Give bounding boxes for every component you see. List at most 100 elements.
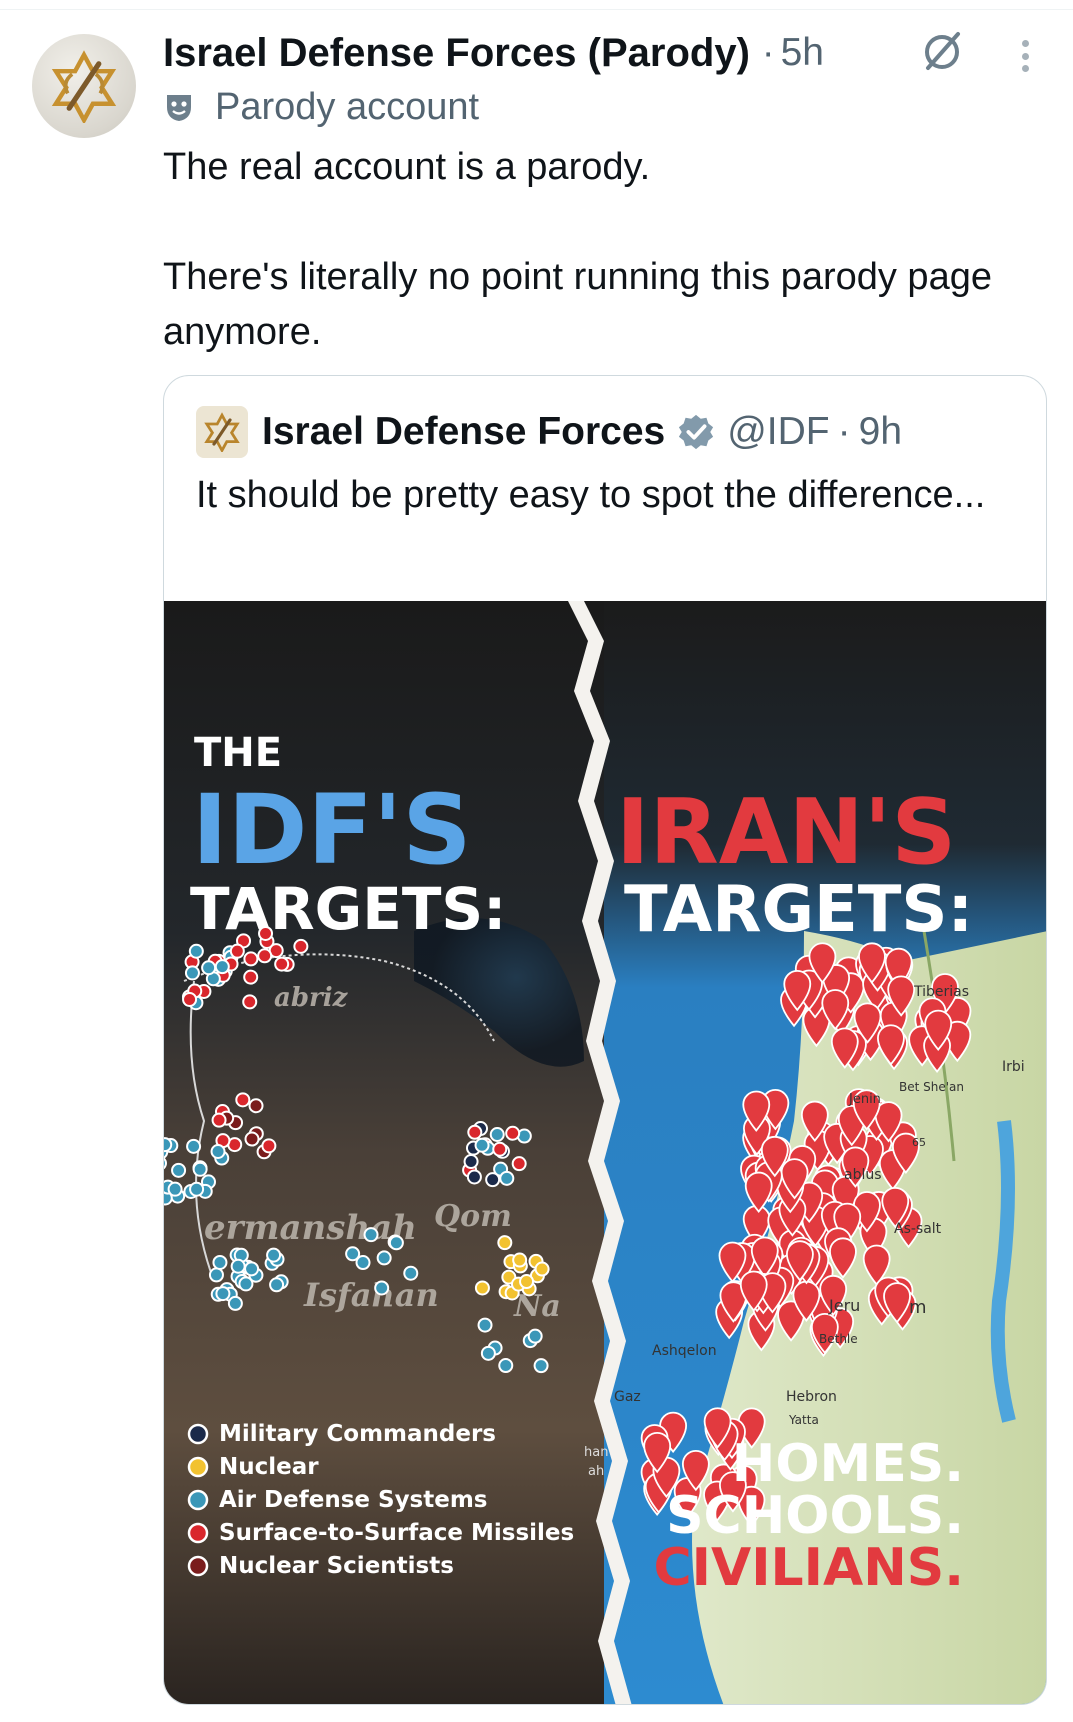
place-label: Isfahan — [303, 1276, 439, 1314]
legend-label: Nuclear Scientists — [219, 1553, 454, 1579]
target-dot — [248, 1098, 264, 1114]
quoted-text: It should be pretty easy to spot the dif… — [196, 474, 986, 516]
quoted-time: 9h — [858, 410, 903, 453]
target-dot — [474, 1280, 490, 1296]
place-label: Bethle — [819, 1332, 858, 1346]
target-dot — [238, 1276, 254, 1292]
post-text-line-2: There's literally no point running this … — [163, 256, 992, 353]
target-dot — [374, 1280, 390, 1296]
place-label: m — [909, 1297, 927, 1318]
target-dot — [489, 1126, 505, 1142]
legend-label: Surface-to-Surface Missiles — [219, 1520, 574, 1546]
target-dot — [235, 1092, 251, 1108]
target-dot — [497, 1235, 513, 1251]
target-dot — [492, 1141, 508, 1157]
legend-marker — [187, 1522, 209, 1544]
legend-label: Nuclear — [219, 1454, 319, 1480]
target-dot — [211, 1112, 227, 1128]
legend-marker — [187, 1555, 209, 1577]
more-icon[interactable] — [1010, 34, 1040, 78]
target-dot — [244, 1131, 260, 1147]
target-dot — [167, 1181, 183, 1197]
target-dot — [184, 965, 200, 981]
target-dot — [511, 1156, 527, 1172]
separator-dot: · — [761, 31, 775, 74]
target-dot — [463, 1154, 479, 1170]
target-dot — [376, 1250, 392, 1266]
legend-marker — [187, 1456, 209, 1478]
target-dot — [269, 1277, 285, 1293]
place-label: abriz — [274, 983, 349, 1013]
legend-label: Air Defense Systems — [219, 1487, 488, 1513]
right-footer-1: HOMES. — [732, 1434, 964, 1494]
verified-badge-icon — [679, 414, 714, 450]
target-dot — [208, 1267, 224, 1283]
target-dot — [474, 1137, 490, 1153]
target-dot — [215, 1286, 231, 1302]
quoted-post-header: Israel Defense Forces @IDF · 9h — [196, 406, 902, 458]
separator-dot: · — [837, 410, 851, 453]
target-dot — [182, 991, 198, 1007]
target-dot — [512, 1252, 528, 1268]
target-dot — [533, 1358, 549, 1374]
target-dot — [257, 948, 273, 964]
left-heading-big: IDF'S — [192, 774, 472, 886]
target-dot — [210, 1144, 226, 1160]
parody-mask-icon — [167, 95, 191, 121]
target-dot — [274, 956, 290, 972]
idf-emblem-icon — [204, 412, 240, 452]
target-dot — [527, 1328, 543, 1344]
avatar[interactable] — [32, 34, 136, 138]
quoted-post[interactable]: Israel Defense Forces @IDF · 9h It shoul… — [163, 375, 1047, 1705]
post-header: Israel Defense Forces (Parody) · 5h — [163, 28, 824, 78]
place-label: Tiberias — [913, 984, 969, 1000]
target-dot — [467, 1124, 483, 1140]
quoted-avatar — [196, 406, 248, 458]
target-dot — [466, 1169, 482, 1185]
target-dot — [227, 1295, 243, 1311]
left-heading-small: THE — [194, 730, 282, 776]
media-image[interactable]: THE IDF'S TARGETS: IRAN'S TARGETS: abriz… — [164, 601, 1046, 1704]
target-dot — [201, 960, 217, 976]
target-dot — [258, 925, 274, 941]
place-label: Jeru — [828, 1296, 860, 1315]
right-footer-3: CIVILIANS. — [653, 1538, 964, 1598]
place-label: 65 — [912, 1136, 926, 1149]
post-text-line-1: The real account is a parody. — [163, 146, 651, 188]
right-heading-big: IRAN'S — [616, 780, 956, 885]
place-label: Qom — [434, 1199, 512, 1234]
place-label: Gaz — [614, 1389, 641, 1405]
target-dot — [186, 1138, 202, 1154]
place-label: Ashqelon — [652, 1343, 717, 1359]
target-dot — [171, 1162, 187, 1178]
quoted-handle: @IDF — [727, 410, 830, 453]
target-dot — [519, 1274, 535, 1290]
grok-icon[interactable] — [918, 28, 966, 76]
place-label: Jenin — [848, 1092, 881, 1107]
post-time[interactable]: 5h — [781, 31, 824, 75]
target-dot — [164, 1137, 173, 1153]
legend-label: Military Commanders — [219, 1421, 496, 1447]
right-footer-2: SCHOOLS. — [666, 1486, 964, 1546]
place-label: Bet She'an — [899, 1080, 964, 1094]
target-dot — [244, 1261, 260, 1277]
target-dot — [355, 1255, 371, 1271]
idf-emblem-icon — [51, 50, 117, 123]
target-dot — [388, 1235, 404, 1251]
target-dot — [266, 1247, 282, 1263]
target-dot — [188, 943, 204, 959]
target-dot — [243, 969, 259, 985]
target-dot — [505, 1125, 521, 1141]
place-label: Yatta — [788, 1413, 819, 1427]
target-dot — [214, 959, 230, 975]
parody-label-row: Parody account — [163, 84, 479, 130]
post-text: The real account is a parody. There's li… — [163, 140, 1033, 360]
place-label: ermanshah — [204, 1208, 417, 1248]
legend-marker — [187, 1489, 209, 1511]
target-dot — [261, 1138, 277, 1154]
legend-marker — [187, 1423, 209, 1445]
target-dot — [403, 1265, 419, 1281]
target-dot — [230, 1258, 246, 1274]
right-heading-sub: TARGETS: — [624, 873, 973, 947]
display-name[interactable]: Israel Defense Forces (Parody) — [163, 31, 750, 76]
